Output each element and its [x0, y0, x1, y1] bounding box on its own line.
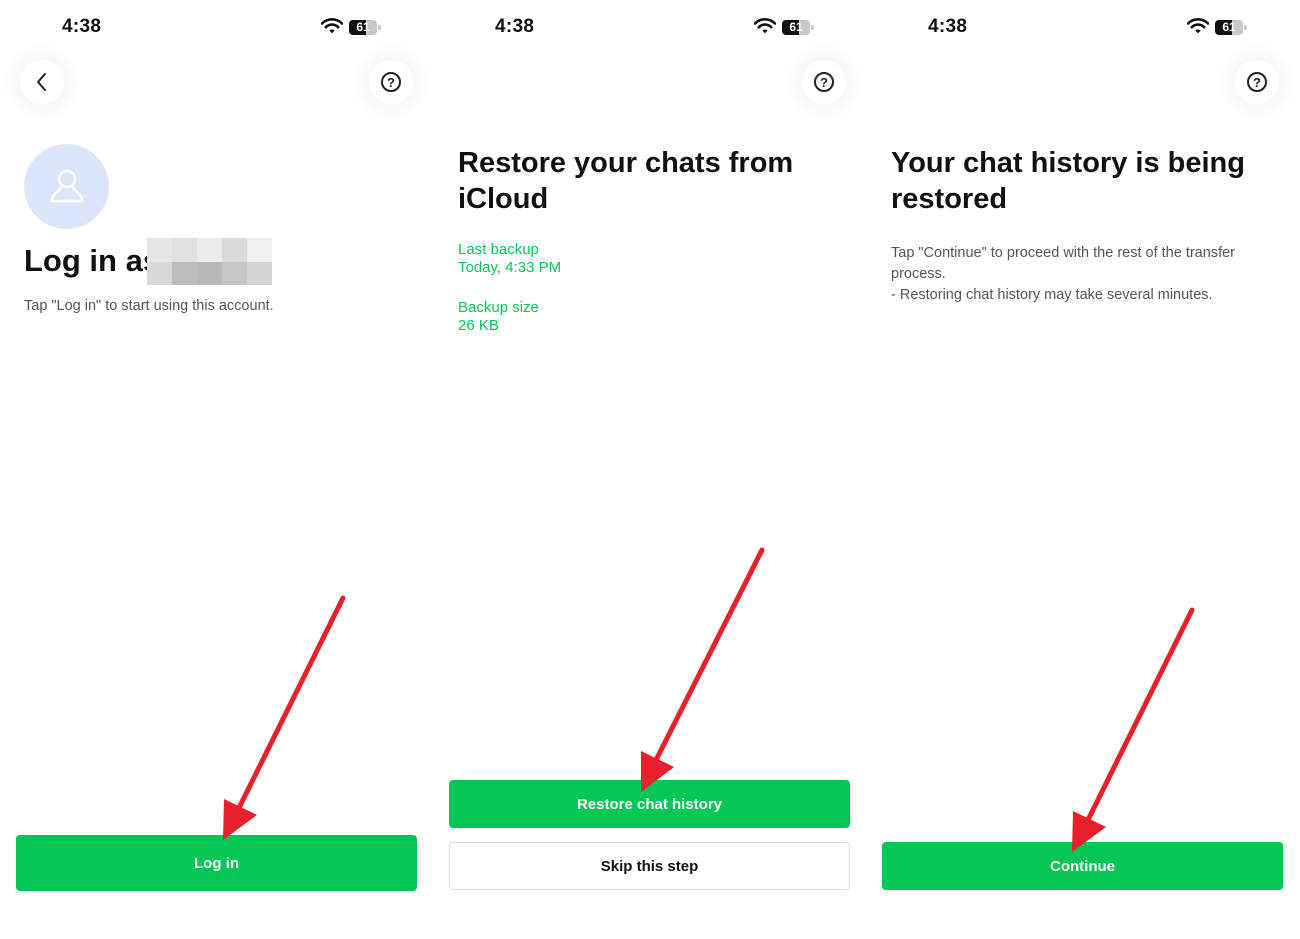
help-button[interactable]: ?	[1235, 60, 1279, 104]
back-icon	[37, 73, 46, 91]
help-icon: ?	[1247, 72, 1267, 92]
battery-level: 61	[1222, 20, 1236, 34]
wifi-icon	[1187, 18, 1209, 34]
last-backup-label: Last backup	[458, 241, 539, 258]
page-subtitle: Tap "Log in" to start using this account…	[24, 298, 274, 314]
back-button[interactable]	[20, 60, 64, 104]
restore-screen: 4:38 61 ? Restore your chats from iCloud…	[433, 0, 866, 939]
page-title: Restore your chats from iCloud	[458, 147, 794, 215]
user-icon	[50, 169, 83, 202]
last-backup-value: Today, 4:33 PM	[458, 259, 562, 276]
continue-button[interactable]: Continue	[882, 842, 1283, 890]
help-icon: ?	[814, 72, 834, 92]
redacted-username	[147, 238, 272, 285]
backup-size-value: 26 KB	[458, 317, 499, 334]
battery-level: 61	[789, 20, 803, 34]
restoring-screen: 4:38 61 ? Your chat history is being res…	[866, 0, 1299, 939]
restore-chat-history-button[interactable]: Restore chat history	[449, 780, 850, 828]
arrow-annotation	[223, 595, 346, 840]
battery-icon: 61	[782, 20, 814, 35]
page-title: Log in as	[24, 243, 161, 278]
backup-size-label: Backup size	[458, 299, 539, 316]
wifi-icon	[754, 18, 776, 34]
page-title: Your chat history is being restored	[891, 147, 1245, 215]
status-time: 4:38	[495, 16, 535, 37]
battery-icon: 61	[1215, 20, 1247, 35]
skip-step-button[interactable]: Skip this step	[449, 842, 850, 890]
status-time: 4:38	[62, 16, 102, 37]
avatar	[24, 144, 109, 229]
restore-note: - Restoring chat history may take severa…	[891, 287, 1213, 303]
battery-level: 61	[356, 20, 370, 34]
battery-icon: 61	[349, 20, 381, 35]
help-button[interactable]: ?	[802, 60, 846, 104]
arrow-annotation	[1072, 607, 1195, 852]
help-icon: ?	[381, 72, 401, 92]
status-time: 4:38	[928, 16, 968, 37]
page-description: Tap "Continue" to proceed with the rest …	[891, 245, 1235, 282]
wifi-icon	[321, 18, 343, 34]
login-screen: 4:38 61 ? Log in as Tap "Log in" to star…	[0, 0, 433, 939]
login-button[interactable]: Log in	[16, 835, 417, 891]
help-button[interactable]: ?	[369, 60, 413, 104]
